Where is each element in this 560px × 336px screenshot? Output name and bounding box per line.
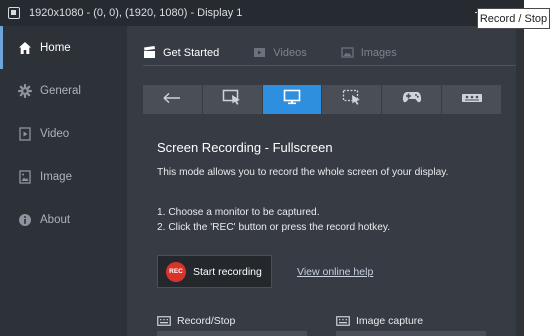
mode-heading: Screen Recording - Fullscreen xyxy=(157,140,333,155)
image-icon xyxy=(18,169,32,184)
keyboard-icon xyxy=(157,316,171,326)
rectangle-select-icon xyxy=(222,89,242,110)
view-online-help-link[interactable]: View online help xyxy=(297,266,373,278)
image-hotkey-field[interactable] xyxy=(336,331,486,336)
keyboard-icon xyxy=(336,316,350,326)
record-hotkey-field[interactable] xyxy=(157,331,307,336)
tab-label: Images xyxy=(360,46,397,59)
title-bar: 1920x1080 - (0, 0), (1920, 1080) - Displ… xyxy=(0,0,524,26)
record-stop-tooltip: Record / Stop xyxy=(477,8,550,29)
capture-mode-bar xyxy=(143,85,501,114)
game-mode-button[interactable] xyxy=(382,85,442,114)
region-dashed-icon xyxy=(342,89,362,110)
arrow-left-icon xyxy=(163,91,181,109)
back-mode-button[interactable] xyxy=(143,85,202,114)
record-hotkey-label: Record/Stop xyxy=(157,315,235,327)
sidebar-item-image[interactable]: Image xyxy=(0,155,127,198)
video-icon xyxy=(18,126,32,141)
instruction-step-1: 1. Choose a monitor to be captured. xyxy=(157,207,320,218)
tab-label: Videos xyxy=(273,46,307,59)
mode-description: This mode allows you to record the whole… xyxy=(157,167,449,178)
record-hotkey-text: Record/Stop xyxy=(177,315,236,327)
background-area xyxy=(524,30,560,336)
home-icon xyxy=(18,41,32,55)
sidebar-item-general[interactable]: General xyxy=(0,69,127,112)
sidebar-item-about[interactable]: About xyxy=(0,198,127,241)
fullscreen-mode-button[interactable] xyxy=(262,85,322,114)
sidebar-item-label: About xyxy=(40,213,71,226)
gear-icon xyxy=(18,83,32,98)
region-mode-button[interactable] xyxy=(322,85,382,114)
image-hotkey-label: Image capture xyxy=(336,315,423,327)
image-file-icon xyxy=(341,46,354,59)
sidebar: Home General Video Image About xyxy=(0,26,127,336)
instruction-step-2: 2. Click the 'REC' button or press the r… xyxy=(157,222,391,233)
video-file-icon xyxy=(253,46,266,59)
start-recording-label: Start recording xyxy=(193,265,262,278)
monitor-icon xyxy=(283,89,301,110)
tab-get-started[interactable]: Get Started xyxy=(143,40,219,65)
device-mode-button[interactable] xyxy=(442,85,501,114)
sidebar-item-label: General xyxy=(40,84,81,97)
app-icon xyxy=(8,7,20,19)
gamepad-icon xyxy=(402,90,422,109)
sidebar-item-label: Image xyxy=(40,170,72,183)
window-edge xyxy=(516,26,524,336)
rec-icon: REC xyxy=(166,261,186,282)
start-recording-button[interactable]: REC Start recording xyxy=(157,255,272,288)
sidebar-item-label: Home xyxy=(40,41,71,54)
sidebar-item-label: Video xyxy=(40,127,70,140)
image-hotkey-text: Image capture xyxy=(356,315,424,327)
main-panel: Get Started Videos Images Screen Recordi… xyxy=(127,26,524,336)
tab-label: Get Started xyxy=(163,46,220,59)
tab-bar: Get Started Videos Images xyxy=(143,40,517,66)
device-capture-icon xyxy=(461,91,483,109)
rectangle-mode-button[interactable] xyxy=(202,85,262,114)
clapperboard-icon xyxy=(143,46,156,59)
sidebar-item-video[interactable]: Video xyxy=(0,112,127,155)
tab-images[interactable]: Images xyxy=(341,40,397,65)
window-title: 1920x1080 - (0, 0), (1920, 1080) - Displ… xyxy=(29,7,243,19)
sidebar-item-home[interactable]: Home xyxy=(0,26,127,69)
tab-videos[interactable]: Videos xyxy=(253,40,307,65)
info-icon xyxy=(18,213,32,227)
